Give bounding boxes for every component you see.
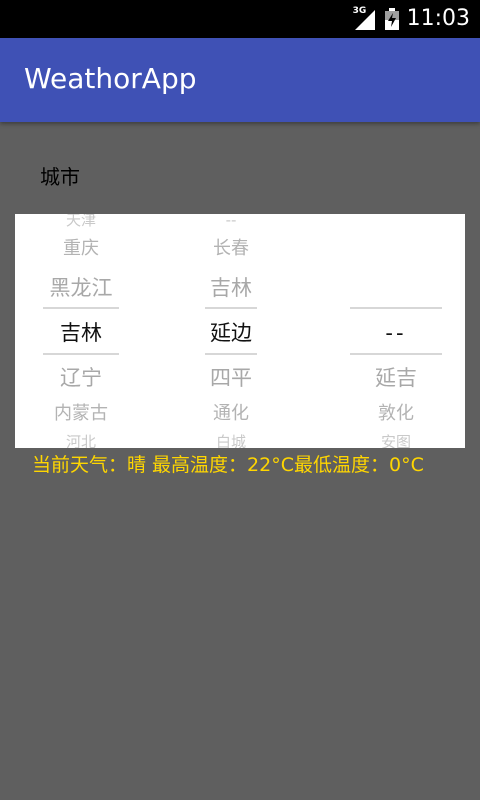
province-wheel[interactable]: 天津 重庆 黑龙江 吉林 辽宁 内蒙古 河北 [43,214,119,448]
province-item[interactable]: 黑龙江 [43,274,119,302]
status-time: 11:03 [406,6,470,31]
city-item[interactable]: -- [205,214,257,228]
district-item[interactable]: 安图 [350,434,442,448]
selection-divider-bottom [43,353,119,355]
city-item[interactable]: 吉林 [205,274,257,302]
selection-divider-top [43,307,119,309]
city-wheel[interactable]: -- 长春 吉林 延边 四平 通化 白城 [205,214,257,448]
province-item[interactable]: 内蒙古 [43,402,119,426]
city-item[interactable]: 白城 [205,434,257,448]
city-label: 城市 [40,165,80,189]
signal-icon: 3G [353,6,377,30]
app-bar: WeathorApp [0,38,480,122]
district-item[interactable]: 延吉 [350,364,442,392]
district-item-selected[interactable]: -- [350,319,442,347]
app-title: WeathorApp [24,62,197,95]
city-item[interactable]: 四平 [205,364,257,392]
weather-info: 当前天气：晴 最高温度：22°C最低温度：0°C [32,454,424,476]
province-item[interactable]: 河北 [43,434,119,448]
province-item[interactable]: 辽宁 [43,364,119,392]
selection-divider-top [350,307,442,309]
city-item[interactable]: 长春 [205,237,257,261]
province-item[interactable]: 重庆 [43,237,119,261]
city-item[interactable]: 通化 [205,402,257,426]
battery-icon [384,8,399,30]
district-wheel[interactable]: -- 延吉 敦化 安图 [350,214,442,448]
status-bar: 3G 11:03 [0,0,480,38]
city-picker: 天津 重庆 黑龙江 吉林 辽宁 内蒙古 河北 -- 长春 吉林 延边 四平 通化… [15,214,465,448]
district-item[interactable]: 敦化 [350,402,442,426]
status-icons: 3G 11:03 [353,5,470,33]
selection-divider-bottom [350,353,442,355]
province-item-selected[interactable]: 吉林 [43,319,119,347]
city-item-selected[interactable]: 延边 [205,319,257,347]
selection-divider-top [205,307,257,309]
selection-divider-bottom [205,353,257,355]
province-item[interactable]: 天津 [43,214,119,228]
